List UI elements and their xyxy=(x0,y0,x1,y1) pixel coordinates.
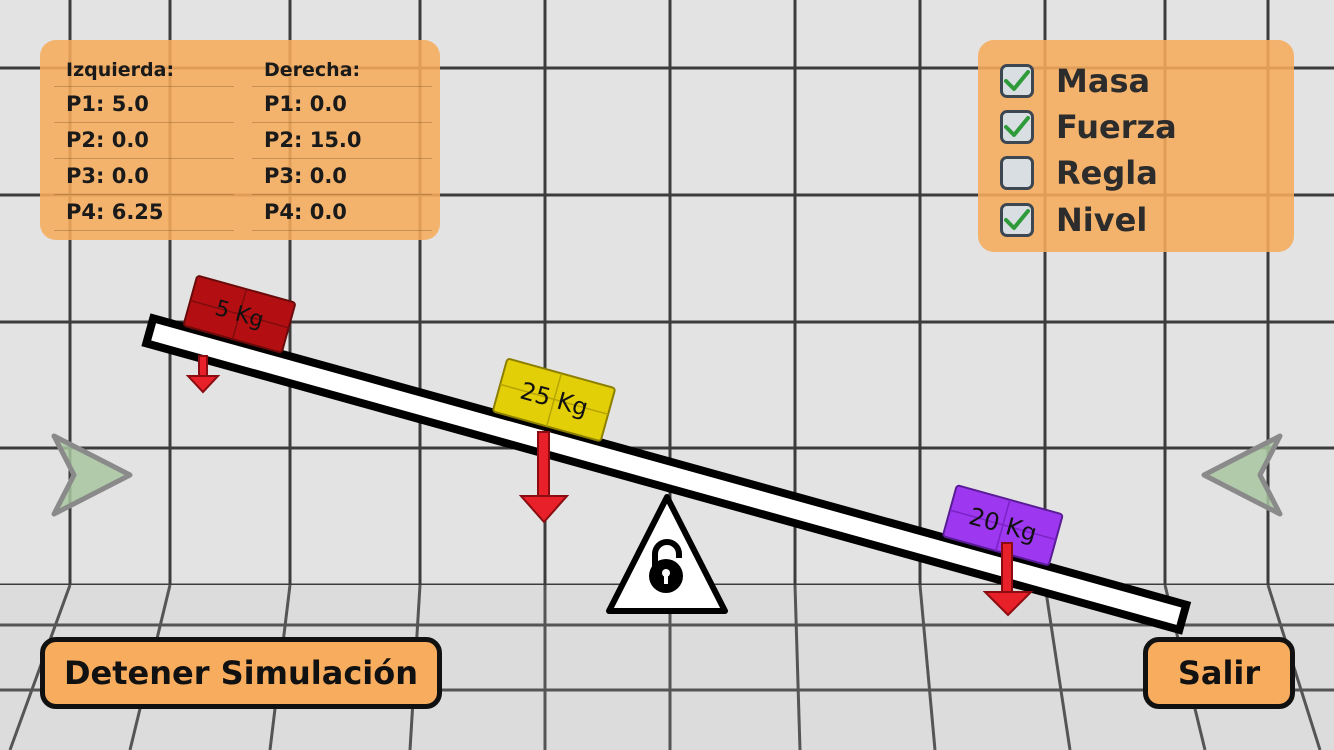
options-panel: Masa Fuerza Regla Nivel xyxy=(978,40,1294,252)
left-column: Izquierda: P1: 5.0 P2: 0.0 P3: 0.0 P4: 6… xyxy=(54,54,234,231)
check-icon xyxy=(1004,70,1030,91)
left-header: Izquierda: xyxy=(54,54,234,87)
right-p4: P4: 0.0 xyxy=(252,195,432,231)
exit-button[interactable]: Salir xyxy=(1143,637,1295,709)
option-masa[interactable]: Masa xyxy=(1000,59,1150,103)
left-p2: P2: 0.0 xyxy=(54,123,234,159)
masa-checkbox[interactable] xyxy=(1000,64,1034,98)
left-p4: P4: 6.25 xyxy=(54,195,234,231)
check-icon xyxy=(1004,209,1030,230)
option-nivel[interactable]: Nivel xyxy=(1000,198,1147,242)
moment-readout-panel: Izquierda: P1: 5.0 P2: 0.0 P3: 0.0 P4: 6… xyxy=(40,40,440,240)
option-regla[interactable]: Regla xyxy=(1000,151,1158,195)
right-p3: P3: 0.0 xyxy=(252,159,432,195)
right-p1: P1: 0.0 xyxy=(252,87,432,123)
regla-checkbox[interactable] xyxy=(1000,156,1034,190)
fuerza-checkbox[interactable] xyxy=(1000,110,1034,144)
arrow-left-icon[interactable] xyxy=(1200,432,1284,518)
left-p1: P1: 5.0 xyxy=(54,87,234,123)
right-header: Derecha: xyxy=(252,54,432,87)
option-fuerza[interactable]: Fuerza xyxy=(1000,105,1177,149)
right-p2: P2: 15.0 xyxy=(252,123,432,159)
right-column: Derecha: P1: 0.0 P2: 15.0 P3: 0.0 P4: 0.… xyxy=(252,54,432,231)
left-p3: P3: 0.0 xyxy=(54,159,234,195)
masa-label: Masa xyxy=(1056,62,1151,100)
nivel-label: Nivel xyxy=(1056,201,1148,239)
stop-simulation-button[interactable]: Detener Simulación xyxy=(40,637,442,709)
fuerza-label: Fuerza xyxy=(1056,108,1177,146)
nivel-checkbox[interactable] xyxy=(1000,203,1034,237)
check-icon xyxy=(1004,116,1030,137)
regla-label: Regla xyxy=(1056,154,1158,192)
arrow-right-icon[interactable] xyxy=(50,432,134,518)
